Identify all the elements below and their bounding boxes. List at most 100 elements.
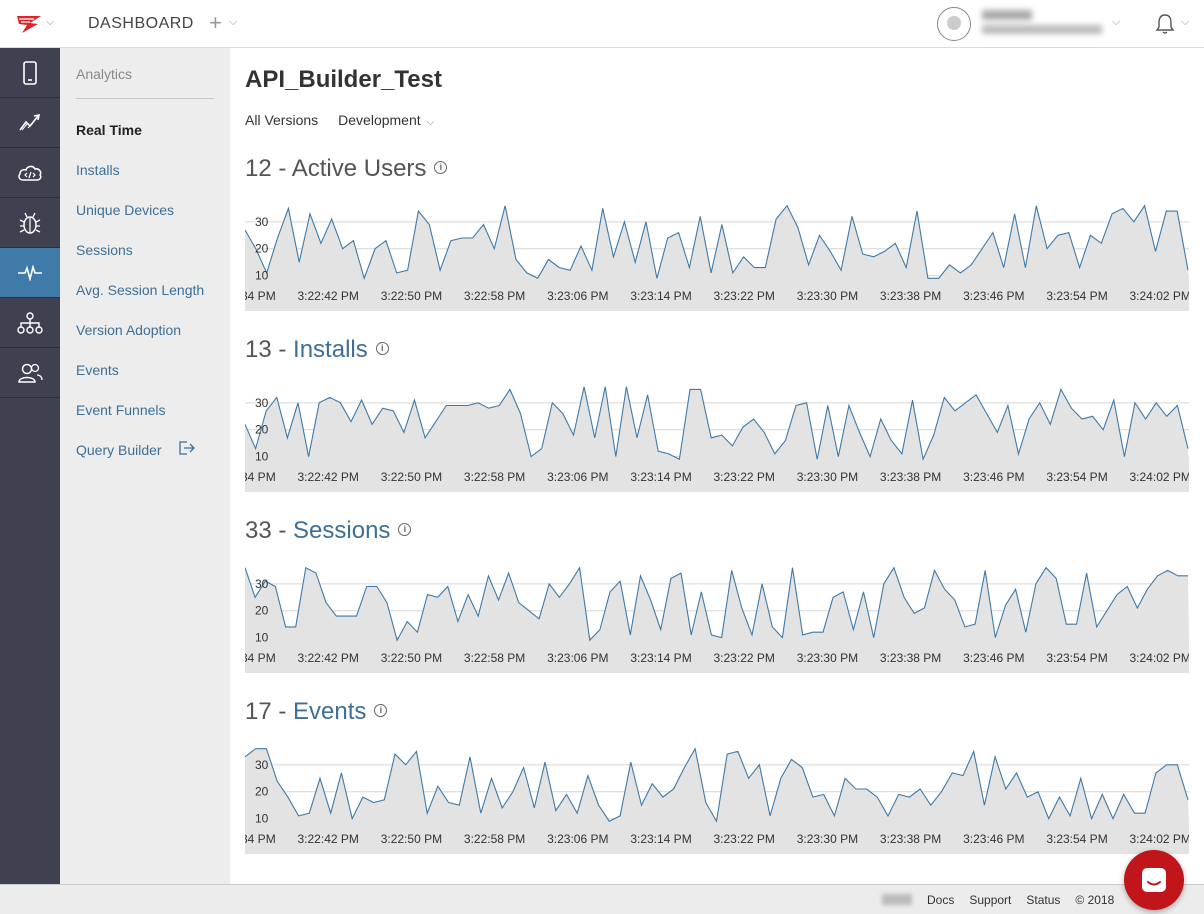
user-info[interactable] [982,10,1102,38]
x-tick-label: 3:22:50 PM [381,832,442,846]
y-tick-label: 10 [255,269,269,283]
analytics-trend-icon [19,113,41,130]
docs-link[interactable]: Docs [927,893,954,907]
info-icon[interactable]: i [374,704,388,718]
x-tick-label: 3:22:50 PM [381,651,442,665]
version-filter[interactable]: All Versions [245,112,318,128]
filters-bar: All Versions Development ⌵ [245,112,434,128]
y-tick-label: 20 [255,242,269,256]
x-tick-label: 3:22:42 PM [298,470,359,484]
notifications-bell-icon[interactable] [1155,13,1175,35]
sessions-label[interactable]: Sessions [293,517,390,544]
installs-count: 13 [245,336,272,363]
sidebar-item-analytics[interactable] [0,98,60,148]
subnav-item-query-builder[interactable]: Query Builder [76,442,162,458]
info-icon[interactable]: i [375,342,389,356]
events-count: 17 [245,698,272,725]
environment-filter[interactable]: Development [338,112,421,128]
sidebar-item-mobile[interactable] [0,48,60,98]
active-users-count: 12 [245,155,272,182]
x-tick-label: 3:22:34 PM [245,832,276,846]
x-tick-label: 3:22:58 PM [464,651,525,665]
x-tick-label: 3:23:06 PM [547,651,608,665]
x-tick-label: 3:23:46 PM [963,832,1024,846]
x-tick-label: 3:23:06 PM [547,832,608,846]
copyright-text: © 2018 [1075,893,1115,907]
footer-left-blurred [18,893,98,905]
title-separator: - [271,517,294,544]
subnav-divider [76,98,214,99]
chart-svg: 10 20 30 3:22:34 PM 3:22:42 PM 3:22:50 PM 3:22… [245,204,1189,311]
add-chevron-down-icon[interactable]: ⌵ [229,16,237,29]
x-tick-label: 3:23:38 PM [880,651,941,665]
x-tick-label: 3:23:30 PM [797,832,858,846]
y-tick-label: 10 [255,631,269,645]
events-title: 17 - Events i [245,698,388,726]
dashboard-title[interactable]: DASHBOARD [88,15,194,33]
series-area [245,386,1189,462]
support-link[interactable]: Support [969,893,1011,907]
subnav-item-unique-devices[interactable]: Unique Devices [76,202,174,218]
active-users-chart: 10 20 30 3:22:34 PM 3:22:42 PM 3:22:50 PM 3:22… [245,201,1189,311]
subnav-item-event-funnels[interactable]: Event Funnels [76,402,166,418]
logo-chevron-down-icon[interactable]: ⌵ [46,16,54,29]
user-chevron-down-icon[interactable]: ⌵ [1112,16,1120,29]
x-tick-label: 3:22:34 PM [245,289,276,303]
top-bar: ⌵ DASHBOARD + ⌵ ⌵ ⌵ [0,0,1204,48]
x-tick-label: 3:23:06 PM [547,470,608,484]
subnav-item-version-adoption[interactable]: Version Adoption [76,322,181,338]
subnav-item-sessions[interactable]: Sessions [76,242,133,258]
app-title: API_Builder_Test [245,66,442,93]
subnav-item-avg-session-length[interactable]: Avg. Session Length [76,282,204,298]
external-link-icon[interactable] [178,440,196,456]
x-tick-label: 3:23:30 PM [797,470,858,484]
sidebar-item-bugs[interactable] [0,198,60,248]
title-separator: - [271,155,292,182]
x-tick-label: 3:23:46 PM [963,289,1024,303]
subnav-item-real-time[interactable]: Real Time [76,122,142,138]
x-tick-label: 3:24:02 PM [1130,832,1189,846]
add-plus-icon[interactable]: + [209,10,222,36]
x-tick-label: 3:23:46 PM [963,470,1024,484]
events-label[interactable]: Events [293,698,366,725]
sidebar-item-cloud-api[interactable] [0,148,60,198]
kinvey-logo-icon[interactable] [16,14,42,34]
title-separator: - [271,336,294,363]
subnav-item-installs[interactable]: Installs [76,162,120,178]
chart-svg: 10 20 30 3:22:34 PM 3:22:42 PM 3:22:50 PM 3:22… [245,386,1189,492]
x-tick-label: 3:23:54 PM [1046,470,1107,484]
sidebar-item-users[interactable] [0,348,60,398]
x-tick-label: 3:23:22 PM [714,470,775,484]
sidebar-item-hierarchy[interactable] [0,298,60,348]
x-tick-label: 3:23:14 PM [630,832,691,846]
y-tick-label: 20 [255,423,269,437]
bell-chevron-down-icon[interactable]: ⌵ [1181,16,1189,29]
x-tick-label: 3:23:22 PM [714,289,775,303]
active-users-label: Active Users [291,155,427,182]
y-tick-label: 30 [255,215,269,229]
chat-icon [1142,868,1166,892]
user-avatar[interactable] [937,7,971,41]
icon-sidebar [0,48,60,884]
sessions-count: 33 [245,517,272,544]
installs-label[interactable]: Installs [293,336,368,363]
chat-support-button[interactable] [1124,850,1184,910]
y-tick-label: 30 [255,758,269,772]
y-tick-label: 20 [255,604,269,618]
title-separator: - [271,698,294,725]
x-tick-label: 3:23:30 PM [797,651,858,665]
x-tick-label: 3:23:38 PM [880,470,941,484]
sessions-chart: 10 20 30 3:22:34 PM 3:22:42 PM 3:22:50 PM 3:22… [245,563,1189,673]
status-link[interactable]: Status [1026,893,1060,907]
x-tick-label: 3:22:42 PM [298,289,359,303]
y-tick-label: 30 [255,396,269,410]
x-tick-label: 3:23:14 PM [630,651,691,665]
x-tick-label: 3:22:42 PM [298,832,359,846]
x-tick-label: 3:24:02 PM [1130,289,1189,303]
subnav-item-events[interactable]: Events [76,362,119,378]
info-icon[interactable]: i [398,523,412,537]
info-icon[interactable]: i [434,161,448,175]
environment-chevron-down-icon[interactable]: ⌵ [427,117,435,128]
x-tick-label: 3:23:22 PM [714,832,775,846]
sidebar-item-activity[interactable] [0,248,60,298]
